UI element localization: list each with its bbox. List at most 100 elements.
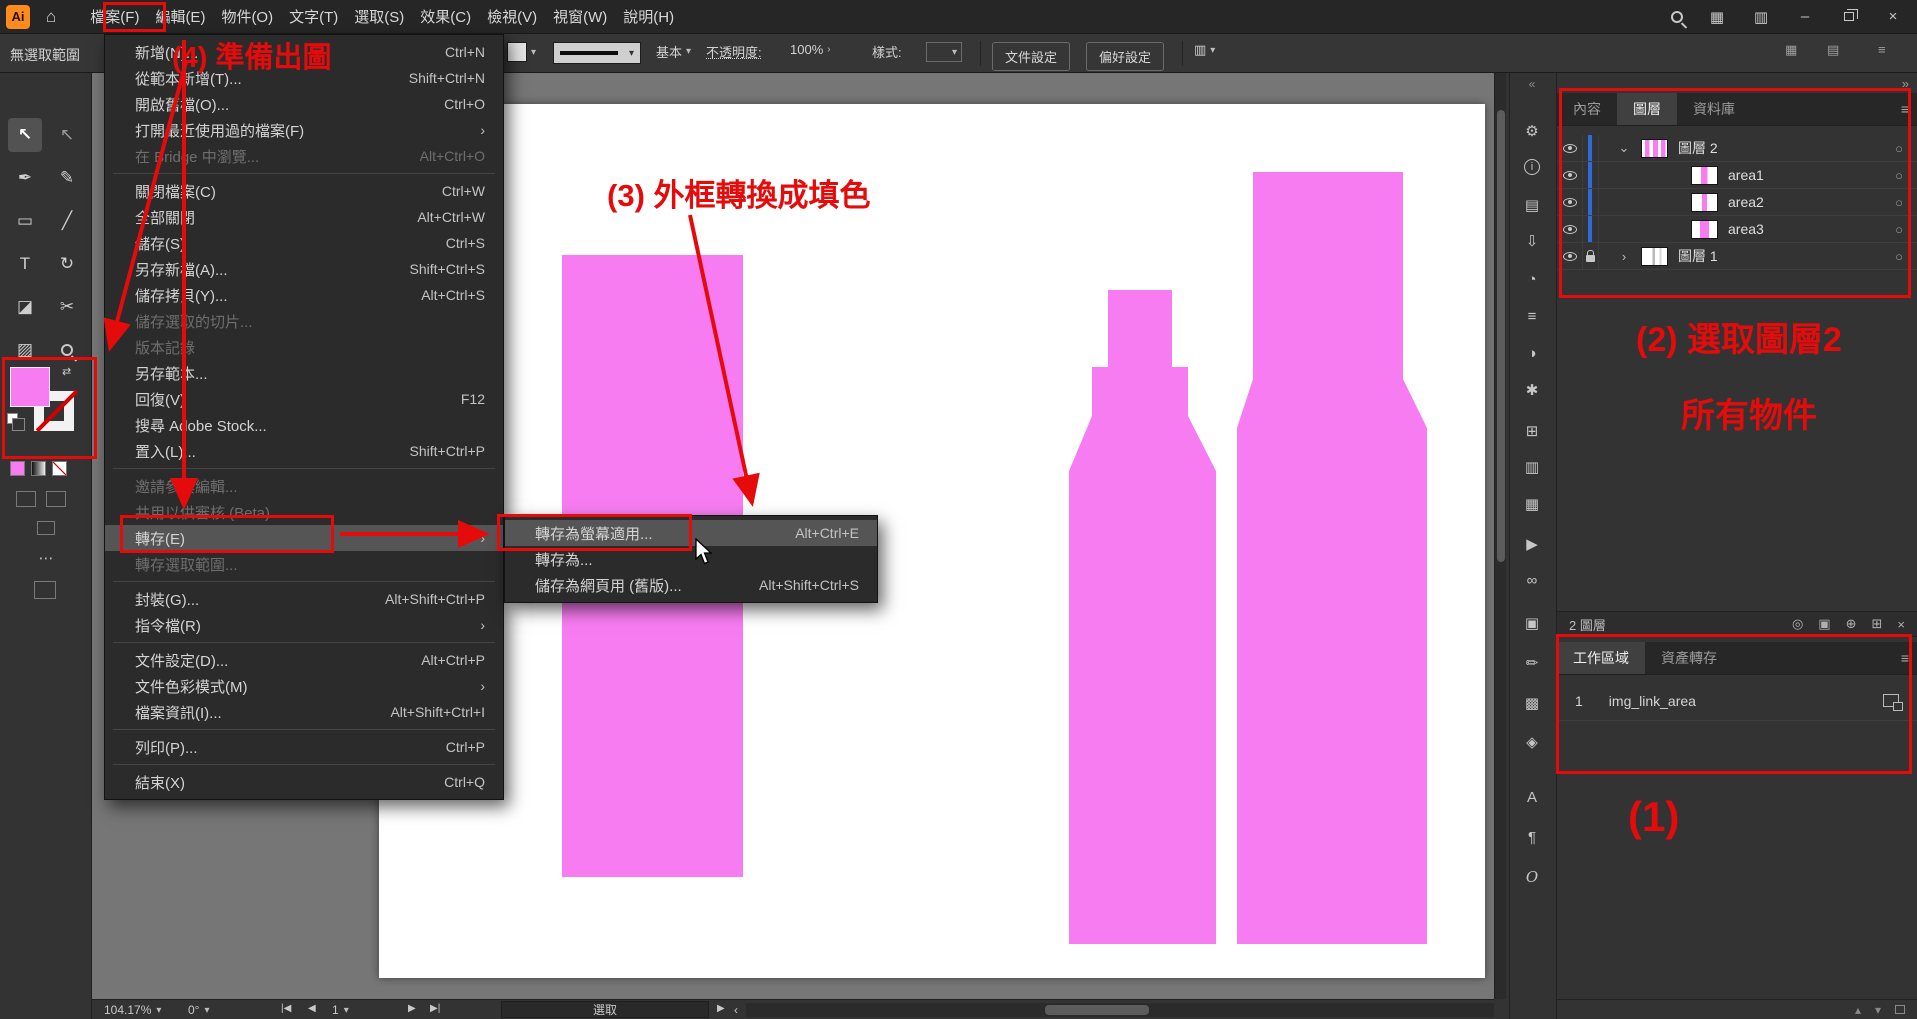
artwork-area2[interactable] xyxy=(1069,290,1216,944)
object-name[interactable]: area1 xyxy=(1728,167,1764,183)
tab-artboards[interactable]: 工作區域 xyxy=(1557,642,1645,674)
menu-item-document-setup[interactable]: 文件設定(D)...Alt+Ctrl+P xyxy=(105,647,503,673)
menu-item-save-for-web-legacy[interactable]: 儲存為網頁用 (舊版)...Alt+Shift+Ctrl+S xyxy=(505,572,877,598)
scissors-tool[interactable]: ✂ xyxy=(50,290,84,324)
none-button[interactable] xyxy=(52,461,67,476)
minimize-button[interactable]: – xyxy=(1795,8,1815,25)
actions-panel-icon[interactable]: ▶ xyxy=(1510,535,1554,553)
layer-name[interactable]: 圖層 2 xyxy=(1678,138,1718,158)
menu-edit[interactable]: 編輯(E) xyxy=(147,0,213,34)
eraser-tool[interactable]: ◪ xyxy=(8,290,42,324)
menu-file[interactable]: 檔案(F) xyxy=(82,0,147,34)
menu-item-open-recent[interactable]: 打開最近使用過的檔案(F)› xyxy=(105,117,503,143)
menu-effect[interactable]: 效果(C) xyxy=(412,0,479,34)
visibility-cell[interactable] xyxy=(1557,243,1583,269)
home-icon[interactable]: ⌂ xyxy=(46,7,56,27)
locate-object-icon[interactable]: ◎ xyxy=(1792,616,1803,632)
visibility-cell[interactable] xyxy=(1557,162,1583,188)
stroke-style-dropdown[interactable]: ▾ xyxy=(553,42,641,64)
swatches-panel-icon[interactable]: ▩ xyxy=(1510,694,1554,712)
visibility-cell[interactable] xyxy=(1557,216,1583,242)
tab-libraries[interactable]: 資料庫 xyxy=(1677,93,1751,125)
zoom-tool[interactable] xyxy=(50,333,84,367)
menu-item-export-as[interactable]: 轉存為... xyxy=(505,546,877,572)
menu-item-save-a-copy[interactable]: 儲存拷貝(Y)...Alt+Ctrl+S xyxy=(105,282,503,308)
direct-selection-tool[interactable]: ↖ xyxy=(50,118,84,152)
expand-chevron-icon[interactable]: › xyxy=(1611,249,1637,264)
layer-row-layer2[interactable]: ⌄ 圖層 2 ○ xyxy=(1557,135,1917,162)
first-artboard-icon[interactable]: |◀ xyxy=(281,1003,291,1014)
variable-width-dropdown[interactable]: ▾ xyxy=(507,42,536,62)
draw-behind-button[interactable] xyxy=(46,491,66,507)
align-options-dropdown[interactable]: ▥ ▾ xyxy=(1194,42,1215,58)
color-panel-icon[interactable]: ◔ xyxy=(1510,271,1554,288)
gradient-panel-icon[interactable]: ◑ xyxy=(1510,345,1554,362)
target-circle-icon[interactable]: ○ xyxy=(1895,168,1903,183)
menu-item-export-for-screens[interactable]: 轉存為螢幕適用...Alt+Ctrl+E xyxy=(505,520,877,546)
artboard-tools-panel-icon[interactable]: ▣ xyxy=(1510,614,1554,632)
layer-row-layer1[interactable]: › 圖層 1 ○ xyxy=(1557,243,1917,270)
screen-mode-button[interactable] xyxy=(37,521,55,535)
make-mask-icon[interactable]: ▣ xyxy=(1818,616,1830,632)
menu-item-save-as[interactable]: 另存新檔(A)...Shift+Ctrl+S xyxy=(105,256,503,282)
object-row-area3[interactable]: area3 ○ xyxy=(1557,216,1917,243)
brush-definition-dropdown[interactable]: 基本 ▾ xyxy=(656,42,691,61)
opentype-panel-icon[interactable]: O xyxy=(1510,868,1554,886)
prev-artboard-icon[interactable]: ◀ xyxy=(308,1003,316,1014)
paragraph-panel-icon[interactable]: ¶ xyxy=(1510,829,1554,846)
arrange-documents-icon[interactable]: ▥ xyxy=(1751,8,1771,26)
play-icon[interactable]: ▶ xyxy=(717,1003,725,1014)
collapse-dock-icon[interactable]: » xyxy=(1902,76,1909,91)
restore-button[interactable] xyxy=(1839,8,1859,25)
zoom-level-dropdown[interactable]: 104.17% ▾ xyxy=(104,1003,161,1017)
expand-dock-icon[interactable]: « xyxy=(1510,77,1554,91)
line-segment-tool[interactable]: ╱ xyxy=(50,204,84,238)
appearance-panel-icon[interactable]: ✱ xyxy=(1510,381,1554,399)
opacity-label[interactable]: 不透明度: xyxy=(706,42,762,61)
object-name[interactable]: area3 xyxy=(1728,221,1764,237)
info-panel-icon[interactable]: i xyxy=(1510,159,1554,175)
menu-item-search-adobe-stock[interactable]: 搜尋 Adobe Stock... xyxy=(105,412,503,438)
workspace-switcher-icon[interactable]: ▦ xyxy=(1707,8,1727,26)
close-button[interactable]: × xyxy=(1883,8,1903,25)
artboard-name[interactable]: img_link_area xyxy=(1609,693,1696,709)
gradient-button[interactable] xyxy=(31,461,46,476)
artboard-nav-dropdown[interactable]: 1 ▾ xyxy=(332,1003,349,1017)
menu-item-open[interactable]: 開啟舊檔(O)...Ctrl+O xyxy=(105,91,503,117)
artboard-icon[interactable] xyxy=(1883,694,1899,707)
grid-icon[interactable]: ▦ xyxy=(1785,42,1797,58)
menu-item-file-info[interactable]: 檔案資訊(I)...Alt+Shift+Ctrl+I xyxy=(105,699,503,725)
menu-item-new[interactable]: 新增(N)...Ctrl+N xyxy=(105,39,503,65)
object-name[interactable]: area2 xyxy=(1728,194,1764,210)
back-icon[interactable]: ‹ xyxy=(734,1003,738,1017)
visibility-cell[interactable] xyxy=(1557,189,1583,215)
properties-panel-icon[interactable]: ⚙ xyxy=(1510,122,1554,140)
target-circle-icon[interactable]: ○ xyxy=(1895,195,1903,210)
lock-cell[interactable] xyxy=(1583,243,1599,269)
pen-tool[interactable]: ✒ xyxy=(8,161,42,195)
menu-help[interactable]: 說明(H) xyxy=(615,0,682,34)
target-circle-icon[interactable]: ○ xyxy=(1895,141,1903,156)
menu-item-place[interactable]: 置入(L)...Shift+Ctrl+P xyxy=(105,438,503,464)
menu-item-close[interactable]: 關閉檔案(C)Ctrl+W xyxy=(105,178,503,204)
preferences-button[interactable]: 偏好設定 xyxy=(1086,42,1164,71)
horizontal-scrollbar-thumb[interactable] xyxy=(1045,1005,1149,1015)
rectangle-tool[interactable]: ▭ xyxy=(8,204,42,238)
menu-item-save-as-template[interactable]: 另存範本... xyxy=(105,360,503,386)
menu-item-close-all[interactable]: 全部關閉Alt+Ctrl+W xyxy=(105,204,503,230)
tab-properties[interactable]: 內容 xyxy=(1557,93,1617,125)
document-setup-button[interactable]: 文件設定 xyxy=(992,42,1070,71)
artboards-panel-icon[interactable]: ▤ xyxy=(1510,196,1554,214)
curvature-tool[interactable]: ✎ xyxy=(50,161,84,195)
selection-cell[interactable] xyxy=(1583,216,1599,242)
edit-toolbar-icon[interactable]: ⋯ xyxy=(0,549,92,567)
fill-swatch[interactable] xyxy=(10,367,50,407)
align-panel-icon[interactable]: ▥ xyxy=(1510,458,1554,476)
gradient-tool[interactable]: ▨ xyxy=(8,333,42,367)
menu-item-document-color-mode[interactable]: 文件色彩模式(M)› xyxy=(105,673,503,699)
menu-view[interactable]: 檢視(V) xyxy=(479,0,545,34)
selection-cell[interactable] xyxy=(1583,162,1599,188)
menu-item-revert[interactable]: 回復(V)F12 xyxy=(105,386,503,412)
collapse-chevron-icon[interactable]: ⌄ xyxy=(1611,140,1637,156)
default-fill-stroke-icon[interactable] xyxy=(7,413,18,424)
